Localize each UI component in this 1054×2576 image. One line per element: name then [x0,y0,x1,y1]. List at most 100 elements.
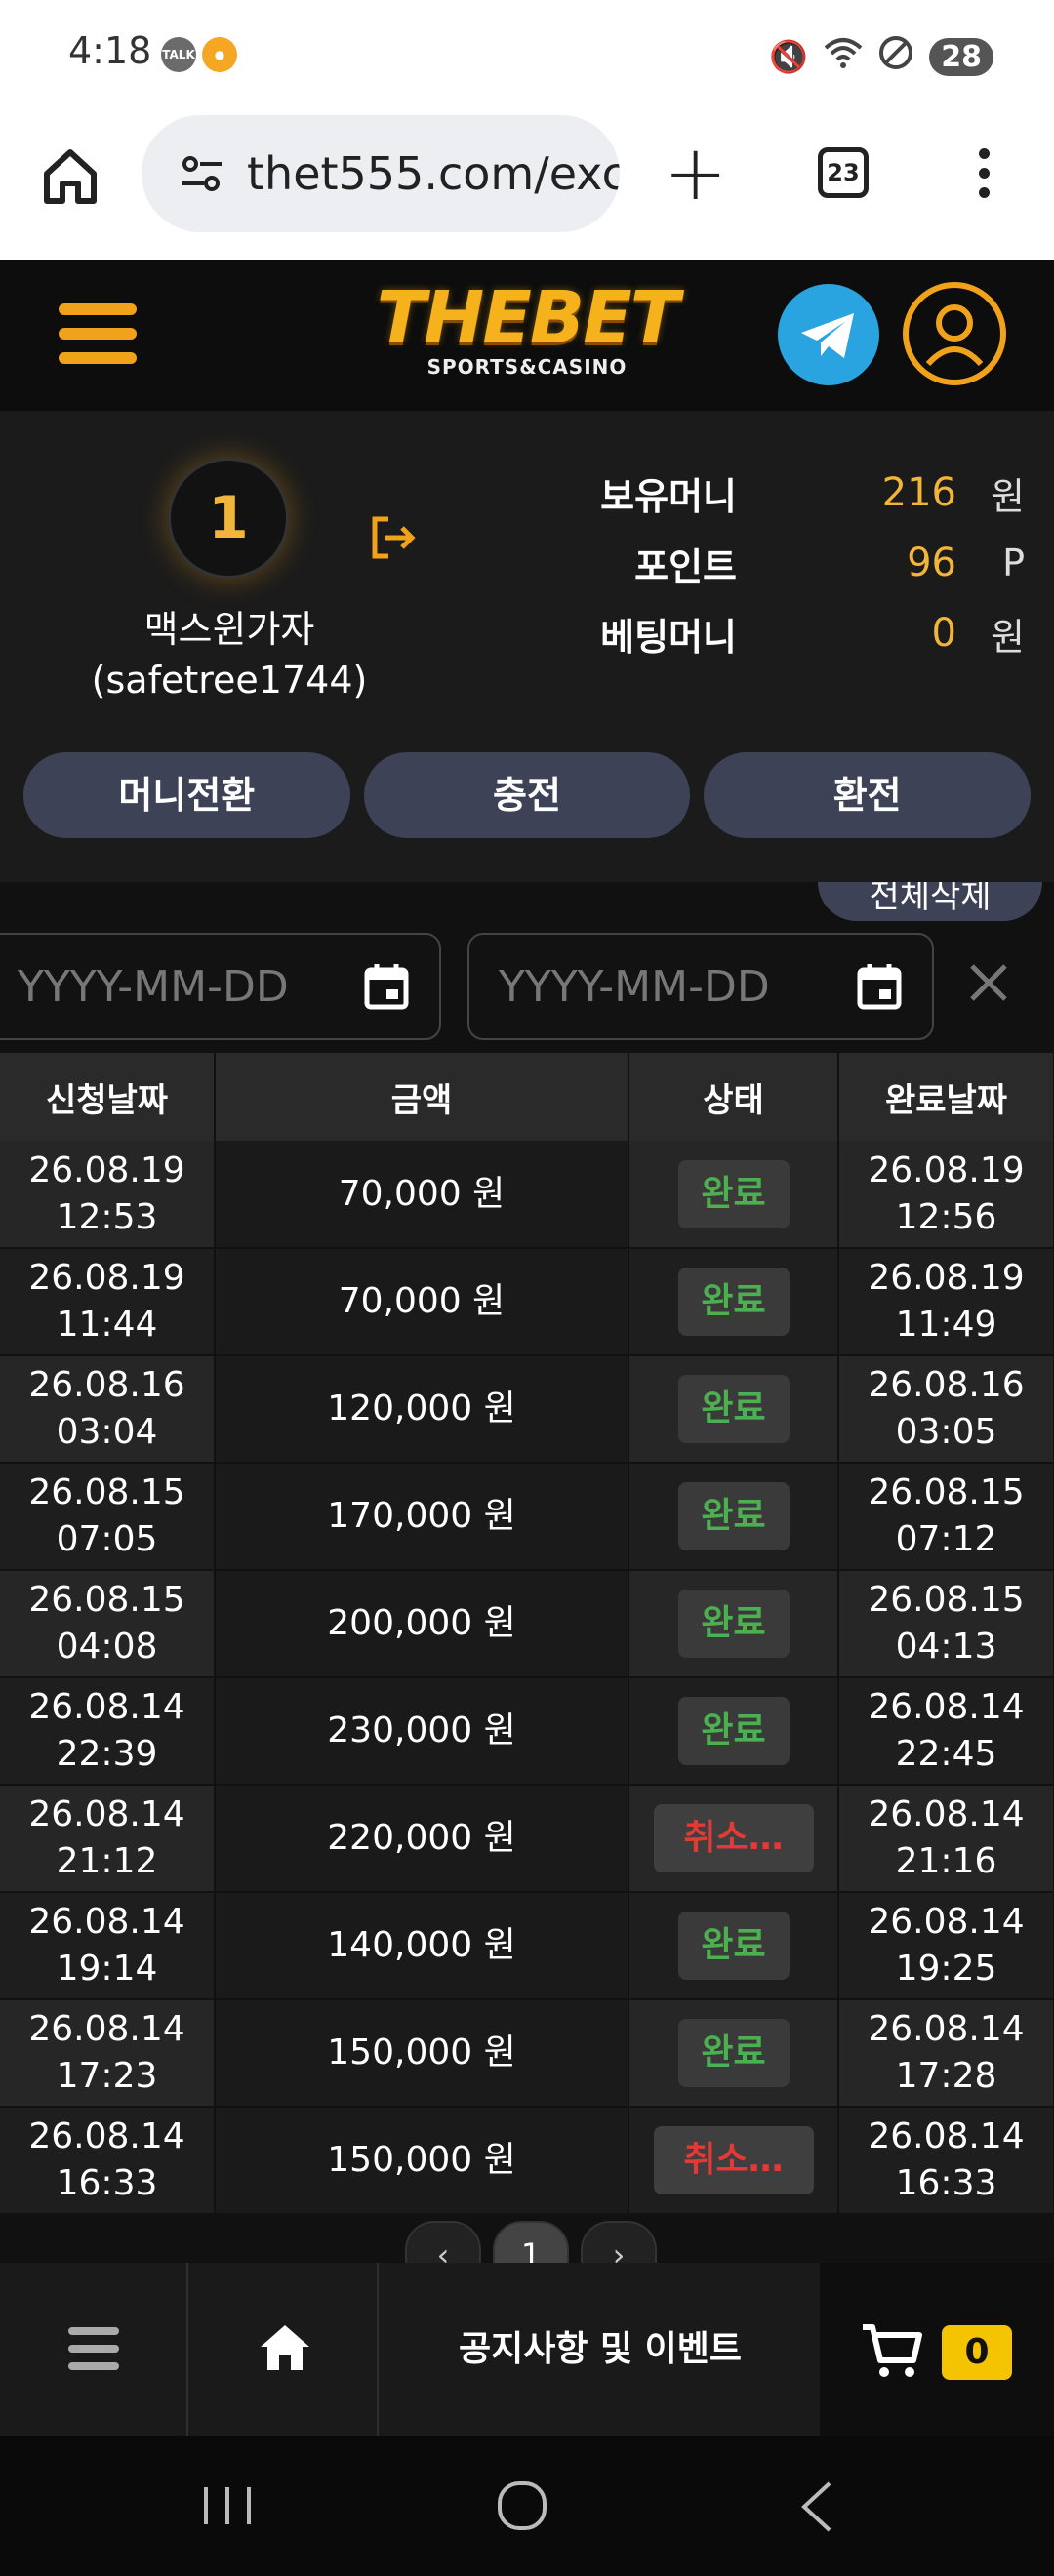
column-header: 신청날짜 [0,1053,216,1141]
table-row[interactable]: 26.08.19 12:53 70,000 원 완료 26.08.19 12:56 [0,1141,1054,1249]
bottom-home-button[interactable] [190,2263,379,2436]
end-date-input[interactable]: YYYY-MM-DD [467,933,934,1040]
column-header: 금액 [215,1053,629,1141]
cart-count-badge: 0 [942,2325,1012,2380]
request-date-cell: 26.08.14 22:39 [0,1677,216,1786]
status-cell: 완료 [628,1355,839,1464]
table-row[interactable]: 26.08.14 22:39 230,000 원 완료 26.08.14 22:45 [0,1677,1054,1786]
amount-cell: 150,000 원 [215,2107,629,2215]
address-bar[interactable]: thet555.com/exch [142,115,620,232]
wifi-icon [824,36,863,77]
browser-toolbar: thet555.com/exch + 23 [0,115,1054,260]
kakaotalk-icon: TALK [161,37,196,72]
complete-date-cell: 26.08.16 03:05 [838,1355,1054,1464]
complete-date-cell: 26.08.19 12:56 [838,1141,1054,1249]
table-row[interactable]: 26.08.19 11:44 70,000 원 완료 26.08.19 11:49 [0,1248,1054,1356]
request-date-cell: 26.08.14 17:23 [0,1999,216,2108]
logout-icon[interactable] [369,513,418,562]
table-row[interactable]: 26.08.14 19:14 140,000 원 완료 26.08.14 19:25 [0,1892,1054,2000]
clear-filter-icon[interactable] [966,960,1011,1005]
money-convert-button[interactable]: 머니전환 [23,752,350,838]
status-cell: 완료 [628,1141,839,1249]
site-header: THEBET SPORTS&CASINO [0,260,1054,411]
page-button[interactable]: 1 [493,2221,569,2263]
home-icon [261,2325,309,2370]
amount-cell: 170,000 원 [215,1463,629,1571]
tab-switcher-button[interactable]: 23 [818,147,869,198]
request-date-cell: 26.08.14 21:12 [0,1785,216,1893]
table-row[interactable]: 26.08.14 16:33 150,000 원 취소… 26.08.14 16:33 [0,2107,1054,2215]
back-nav-icon [801,2481,831,2532]
balance-label: 베팅머니 [600,615,737,659]
status-cell: 완료 [628,1570,839,1678]
user-panel: 1 맥스윈가자 (safetree1744) 보유머니 216 원 포인트 96… [0,411,1054,882]
request-date-cell: 26.08.14 19:14 [0,1892,216,2000]
balance-row-money: 보유머니 216 원 [547,458,1025,528]
notice-events-button[interactable]: 공지사항 및 이벤트 [381,2263,820,2436]
battery-indicator: 28 [929,37,993,76]
browser-home-icon[interactable] [39,144,101,207]
table-row[interactable]: 26.08.14 21:12 220,000 원 취소… 26.08.14 21:16 [0,1785,1054,1893]
status-badge: 완료 [677,1375,790,1443]
site-settings-icon[interactable] [181,154,223,193]
request-date-cell: 26.08.15 04:08 [0,1570,216,1678]
request-date-cell: 26.08.14 16:33 [0,2107,216,2215]
status-badge: 완료 [677,1268,790,1336]
table-row[interactable]: 26.08.15 04:08 200,000 원 완료 26.08.15 04:13 [0,1570,1054,1678]
table-row[interactable]: 26.08.14 17:23 150,000 원 완료 26.08.14 17:28 [0,1999,1054,2108]
complete-date-cell: 26.08.15 07:12 [838,1463,1054,1571]
amount-cell: 70,000 원 [215,1141,629,1249]
status-badge: 완료 [677,1697,790,1765]
amount-cell: 140,000 원 [215,1892,629,2000]
status-badge: 취소… [653,2126,814,2194]
action-buttons: 머니전환 충전 환전 [23,752,1032,838]
delete-all-button[interactable]: 전체삭제 [818,882,1042,921]
status-badge: 완료 [677,1590,790,1658]
menu-icon [0,2263,186,2370]
level-badge: 1 [168,458,289,579]
status-cell: 취소… [628,2107,839,2215]
next-page-button[interactable]: › [581,2221,657,2263]
profile-icon[interactable] [903,282,1006,385]
status-badge: 완료 [677,2019,790,2087]
notification-icons: TALK ● [161,37,237,72]
telegram-icon[interactable] [778,284,879,385]
start-date-placeholder: YYYY-MM-DD [18,961,289,1012]
status-bar: 4:18 TALK ● 🔇 28 [0,0,1054,115]
start-date-input[interactable]: YYYY-MM-DD [0,933,441,1040]
app-notification-icon: ● [202,37,237,72]
deposit-button[interactable]: 충전 [363,752,691,838]
end-date-placeholder: YYYY-MM-DD [499,961,770,1012]
balance-value: 0 [931,611,956,656]
calendar-icon[interactable] [856,962,903,1011]
balance-value: 96 [907,541,956,585]
balance-unit: 원 [991,615,1025,659]
complete-date-cell: 26.08.14 21:16 [838,1785,1054,1893]
withdraw-history-table: 신청날짜 금액 상태 완료날짜 26.08.19 12:53 70,000 원 완료 2… [0,1053,1054,2215]
balance-label: 포인트 [634,544,737,588]
calendar-icon[interactable] [363,962,410,1011]
cart-icon [863,2324,922,2377]
user-nickname: 맥스윈가자 [143,608,315,651]
more-menu-icon[interactable] [974,148,993,203]
status-right: 🔇 28 [769,35,993,78]
amount-cell: 120,000 원 [215,1355,629,1464]
withdraw-button[interactable]: 환전 [704,752,1032,838]
request-date-cell: 26.08.19 11:44 [0,1248,216,1356]
bottom-menu-button[interactable] [0,2263,188,2436]
table-row[interactable]: 26.08.16 03:04 120,000 원 완료 26.08.16 03:05 [0,1355,1054,1464]
status-cell: 완료 [628,1892,839,2000]
site-logo[interactable]: THEBET SPORTS&CASINO [376,279,679,396]
table-row[interactable]: 26.08.15 07:05 170,000 원 완료 26.08.15 07:12 [0,1463,1054,1571]
amount-cell: 70,000 원 [215,1248,629,1356]
balance-unit: P [1002,542,1025,584]
hamburger-menu-icon[interactable] [59,303,137,364]
request-date-cell: 26.08.19 12:53 [0,1141,216,1249]
home-nav-icon [498,2481,547,2530]
new-tab-icon[interactable]: + [664,135,727,213]
balance-value: 216 [881,470,956,515]
bet-slip-button[interactable]: 0 [820,2263,1054,2436]
recent-apps-icon [204,2487,251,2524]
status-badge: 완료 [677,1482,790,1550]
prev-page-button[interactable]: ‹ [405,2221,481,2263]
